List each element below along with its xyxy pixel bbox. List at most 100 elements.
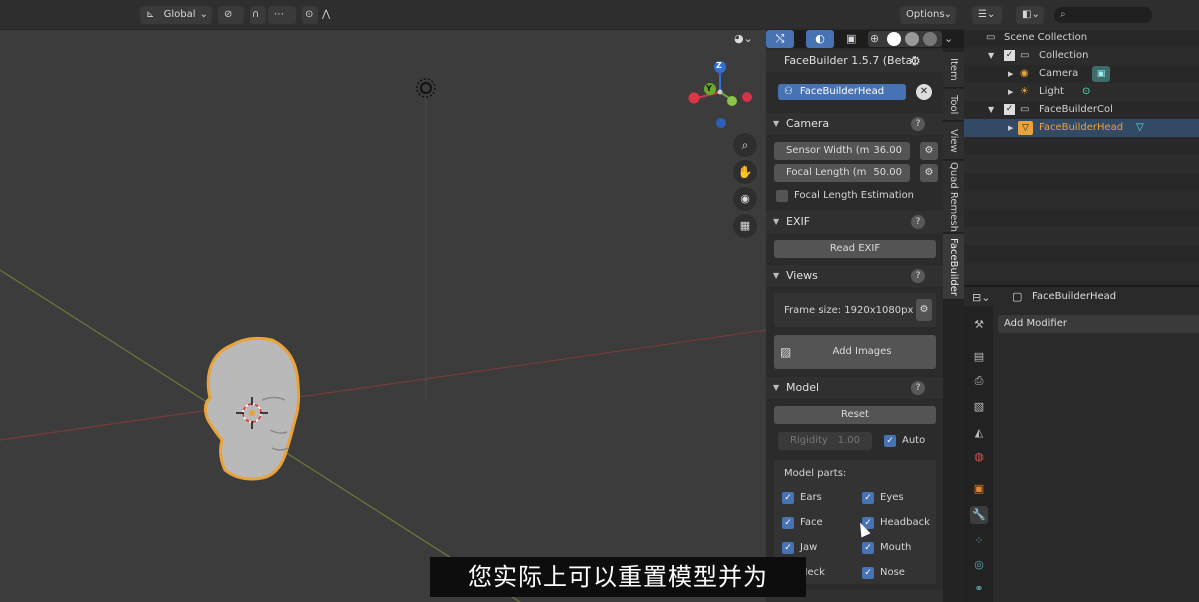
world-tab-icon[interactable]: ◍ <box>970 448 988 466</box>
gizmo-toggle[interactable]: ⤭ <box>766 30 794 48</box>
focal-settings-icon[interactable]: ⚙ <box>920 164 938 182</box>
head-select-button[interactable]: ⚇ FaceBuilderHead <box>778 84 906 100</box>
add-images-label: Add Images <box>832 346 892 357</box>
options-label: Options <box>906 9 945 20</box>
gear-icon[interactable]: ⚙ <box>910 50 921 72</box>
particles-tab-icon[interactable]: ⁘ <box>970 532 988 550</box>
gizmo-icon: ⤭ <box>775 32 785 45</box>
solid-shading-icon[interactable] <box>887 32 901 46</box>
modifier-tab-icon[interactable]: 🔧 <box>970 506 988 524</box>
proportional-edit-toggle[interactable]: ⊙ <box>302 6 318 24</box>
nose-checkbox[interactable]: ✓ <box>862 567 874 579</box>
help-icon[interactable]: ? <box>911 215 925 229</box>
sensor-width-field[interactable]: Sensor Width (m 36.00 <box>774 142 910 160</box>
help-icon[interactable]: ? <box>911 269 925 283</box>
focal-estimation-checkbox[interactable] <box>776 190 788 202</box>
views-section-header[interactable]: ▼ Views ? <box>766 265 943 287</box>
options-dropdown[interactable]: Options ⌄ <box>900 6 956 24</box>
3d-viewport[interactable]: Z Y ⌕ ✋ ◉ ▦ <box>0 0 766 602</box>
views-section-label: Views <box>786 269 818 282</box>
overlays-toggle[interactable]: ◐ <box>806 30 834 48</box>
snap-target-dropdown[interactable]: ⋯ <box>268 6 296 24</box>
tab-facebuilder[interactable]: FaceBuilder <box>943 234 964 300</box>
wireframe-shading-icon[interactable]: ⊕ <box>870 32 884 46</box>
reset-button[interactable]: Reset <box>774 406 936 424</box>
camera-data-icon[interactable]: ▣ <box>1092 66 1110 82</box>
outliner-search-input[interactable]: ⌕ <box>1054 7 1152 23</box>
mesh-data-icon[interactable]: ▽ <box>1136 119 1144 137</box>
face-checkbox[interactable]: ✓ <box>782 517 794 529</box>
ears-checkbox[interactable]: ✓ <box>782 492 794 504</box>
filter-dropdown[interactable]: ◧⌄ <box>1016 6 1044 24</box>
outliner-row-collection[interactable]: ▼ ✓ ▭ Collection <box>964 47 1199 65</box>
tab-item[interactable]: Item <box>943 52 964 88</box>
xray-toggle[interactable]: ▣ <box>846 30 862 48</box>
outliner-row-camera[interactable]: ▶ ◉ Camera ▣ <box>964 65 1199 83</box>
render-tab-icon[interactable]: ▤ <box>970 348 988 366</box>
view-layer-tab-icon[interactable]: ▧ <box>970 398 988 416</box>
add-modifier-dropdown[interactable]: Add Modifier <box>998 315 1199 333</box>
delete-head-icon[interactable]: ✕ <box>916 84 932 100</box>
exif-section-header[interactable]: ▼ EXIF ? <box>766 211 943 233</box>
visibility-dropdown[interactable]: ◕⌄ <box>734 30 762 48</box>
object-tab-icon[interactable]: ▣ <box>970 480 988 498</box>
jaw-checkbox[interactable]: ✓ <box>782 542 794 554</box>
magnet-icon: ∩ <box>252 9 260 20</box>
camera-section-header[interactable]: ▼ Camera ? <box>766 113 943 135</box>
read-exif-button[interactable]: Read EXIF <box>774 240 936 258</box>
rigidity-field[interactable]: Rigidity 1.00 <box>778 432 872 450</box>
add-images-button[interactable]: ▨ Add Images <box>774 335 936 369</box>
collection-icon: ▭ <box>1020 50 1030 61</box>
falloff-dropdown[interactable]: ⋀ <box>322 6 344 24</box>
material-shading-icon[interactable] <box>905 32 919 46</box>
include-checkbox-icon[interactable]: ✓ <box>1004 104 1015 115</box>
tab-view[interactable]: View <box>943 122 964 160</box>
outliner-row-light[interactable]: ▶ ☀ Light ⊙ <box>964 83 1199 101</box>
constraints-tab-icon[interactable]: ⚭ <box>970 580 988 598</box>
tab-quad-remesh[interactable]: Quad Remesh <box>943 161 964 233</box>
falloff-icon: ⋀ <box>322 9 331 20</box>
focal-length-field[interactable]: Focal Length (m 50.00 <box>774 164 910 182</box>
chevron-down-icon[interactable]: ⌄ <box>944 30 958 48</box>
blender-window: Z Y ⌕ ✋ ◉ ▦ ⊾ Global ⌄ ⊘ ∩ ⋯ ⊙ ⋀ Options… <box>0 0 1199 602</box>
sidebar-tabs: Item Tool View Quad Remesh FaceBuilder <box>943 48 964 602</box>
frame-settings-icon[interactable]: ⚙ <box>916 299 932 321</box>
outliner-row-facebuilderhead[interactable]: ▶ ▽ FaceBuilderHead ▽ <box>964 119 1199 137</box>
rendered-shading-icon[interactable] <box>923 32 937 46</box>
help-icon[interactable]: ? <box>911 381 925 395</box>
headback-label: Headback <box>880 517 930 528</box>
mouth-checkbox[interactable]: ✓ <box>862 542 874 554</box>
chevron-down-icon: ⌄ <box>943 9 952 20</box>
pan-hand-icon[interactable]: ✋ <box>733 160 757 184</box>
display-mode-dropdown[interactable]: ☰⌄ <box>972 6 1002 24</box>
help-icon[interactable]: ? <box>911 117 925 131</box>
sensor-settings-icon[interactable]: ⚙ <box>920 142 938 160</box>
camera-view-icon[interactable]: ◉ <box>733 187 757 211</box>
object-box-icon: ▢ <box>1012 290 1023 303</box>
eyes-checkbox[interactable]: ✓ <box>862 492 874 504</box>
collapse-triangle-icon: ▼ <box>773 383 780 392</box>
jaw-label: Jaw <box>800 542 818 553</box>
outliner-row-facebuildercol[interactable]: ▼ ✓ ▭ FaceBuilderCol <box>964 101 1199 119</box>
orientation-icon: ⊾ <box>146 9 155 20</box>
pivot-dropdown[interactable]: ⊘ <box>218 6 244 24</box>
outliner-mode-icon: ☰⌄ <box>978 9 996 20</box>
light-data-icon[interactable]: ⊙ <box>1082 83 1090 101</box>
editor-type-dropdown[interactable]: ⊟⌄ <box>972 289 1000 307</box>
model-section-header[interactable]: ▼ Model ? <box>766 377 943 399</box>
perspective-grid-icon[interactable]: ▦ <box>733 214 757 238</box>
mesh-object-icon: ▽ <box>1018 121 1033 135</box>
tool-tab-icon[interactable]: ⚒ <box>970 316 988 334</box>
snap-toggle[interactable]: ∩ <box>250 6 266 24</box>
include-checkbox-icon[interactable]: ✓ <box>1004 50 1015 61</box>
physics-tab-icon[interactable]: ◎ <box>970 556 988 574</box>
auto-checkbox[interactable]: ✓ <box>884 435 896 447</box>
gizmo-z-label: Z <box>716 61 722 70</box>
tab-tool[interactable]: Tool <box>943 89 964 121</box>
outliner-row-scene-collection[interactable]: ▭ Scene Collection <box>964 29 1199 47</box>
zoom-icon[interactable]: ⌕ <box>733 133 757 157</box>
orientation-dropdown[interactable]: ⊾ Global ⌄ <box>140 6 212 24</box>
output-tab-icon[interactable]: ⎙ <box>970 372 988 390</box>
scene-tab-icon[interactable]: ◭ <box>970 424 988 442</box>
ears-label: Ears <box>800 492 822 503</box>
